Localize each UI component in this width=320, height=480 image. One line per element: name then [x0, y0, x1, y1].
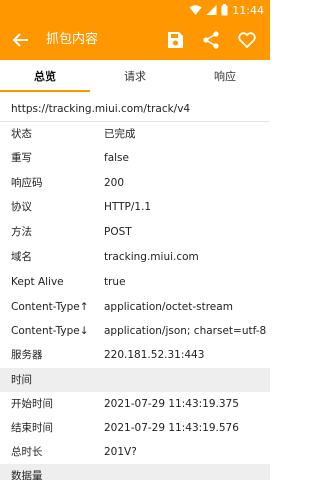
request-url: https://tracking.miui.com/track/v4: [11, 103, 191, 115]
row-value: HTTP/1.1: [104, 201, 152, 213]
row-value: false: [104, 152, 129, 164]
share-icon[interactable]: [200, 29, 222, 51]
row-key: Content-Type↑: [11, 301, 89, 313]
row-key: 状态: [11, 128, 32, 140]
row-value: 2021-07-29 11:43:19.375: [104, 398, 239, 410]
row-value: tracking.miui.com: [104, 251, 199, 263]
row-value: 2021-07-29 11:43:19.576: [104, 422, 239, 434]
row-value: application/json; charset=utf-8: [104, 325, 267, 337]
section-title: 数据量: [11, 470, 43, 480]
wifi-icon: [189, 4, 202, 16]
overview-row: 协议 HTTP/1.1: [0, 195, 270, 219]
overview-row: 方法 POST: [0, 220, 270, 244]
row-key: 结束时间: [11, 422, 53, 434]
overview-row: 域名 tracking.miui.com: [0, 245, 270, 269]
row-key: 域名: [11, 251, 32, 263]
tab-indicator: [0, 90, 90, 92]
overview-row: 服务器 220.181.52.31:443: [0, 343, 270, 367]
overview-row: 状态 已完成: [0, 122, 270, 146]
overview-row: 重写 false: [0, 146, 270, 170]
tab-request[interactable]: 请求: [90, 60, 180, 94]
save-icon[interactable]: [164, 29, 186, 51]
time-row: 开始时间 2021-07-29 11:43:19.375: [0, 392, 270, 416]
row-key: 响应码: [11, 177, 43, 189]
status-icons: 11:44: [189, 2, 264, 18]
row-key: 重写: [11, 152, 32, 164]
tab-bar: 总览 请求 响应: [0, 60, 270, 94]
tab-overview[interactable]: 总览: [0, 60, 90, 94]
row-key: Content-Type↓: [11, 325, 89, 337]
row-key: 总时长: [11, 446, 43, 458]
section-header-data: 数据量: [0, 464, 270, 480]
row-key: Kept Alive: [11, 276, 64, 288]
back-arrow-icon[interactable]: [10, 29, 32, 51]
time-row: 总时长 201V?: [0, 440, 270, 464]
row-value: 220.181.52.31:443: [104, 349, 205, 361]
row-key: 服务器: [11, 349, 43, 361]
overview-row: 响应码 200: [0, 171, 270, 195]
section-title: 时间: [11, 374, 32, 386]
row-key: 方法: [11, 226, 32, 238]
section-header-time: 时间: [0, 368, 270, 392]
app-bar: 抓包内容: [0, 20, 270, 60]
row-value: POST: [104, 226, 132, 238]
row-value: 200: [104, 177, 125, 189]
tab-response[interactable]: 响应: [180, 60, 270, 94]
row-value: true: [104, 276, 126, 288]
row-key: 协议: [11, 201, 32, 213]
page-title: 抓包内容: [46, 32, 99, 47]
signal-icon: [206, 4, 217, 16]
row-value: 已完成: [104, 128, 136, 140]
status-bar: 11:44: [0, 0, 270, 20]
row-value: 201V?: [104, 446, 137, 458]
battery-icon: [221, 4, 228, 16]
row-value: application/octet-stream: [104, 301, 233, 313]
time-row: 结束时间 2021-07-29 11:43:19.576: [0, 416, 270, 440]
status-time: 11:44: [232, 3, 264, 17]
overview-row: Content-Type↓ application/json; charset=…: [0, 319, 270, 343]
overview-row: Content-Type↑ application/octet-stream: [0, 295, 270, 319]
heart-icon[interactable]: [236, 29, 258, 51]
overview-row: Kept Alive true: [0, 270, 270, 294]
row-key: 开始时间: [11, 398, 53, 410]
